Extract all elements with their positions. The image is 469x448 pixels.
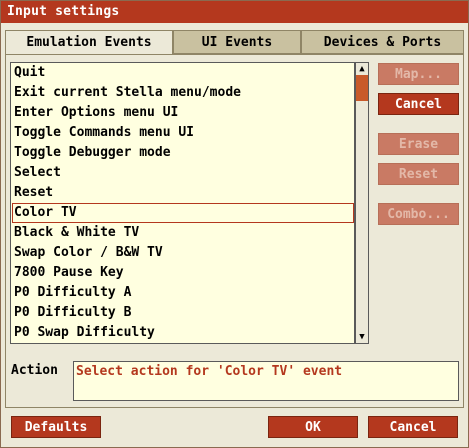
scroll-up-icon[interactable]: ▲: [357, 64, 367, 74]
list-item[interactable]: P0 Difficulty B: [12, 303, 354, 323]
action-text: Select action for 'Color TV' event: [73, 361, 459, 401]
tab-devices-ports[interactable]: Devices & Ports: [301, 30, 464, 54]
action-label: Action: [11, 363, 58, 378]
list-item-selected[interactable]: Color TV: [12, 203, 354, 223]
dialog-title: Input settings: [1, 1, 468, 23]
list-item[interactable]: P0 Swap Difficulty: [12, 323, 354, 343]
cancel-map-button[interactable]: Cancel: [378, 93, 459, 115]
list-item[interactable]: Swap Color / B&W TV: [12, 243, 354, 263]
event-list[interactable]: Quit Exit current Stella menu/mode Enter…: [10, 62, 355, 344]
list-item[interactable]: P0 Difficulty A: [12, 283, 354, 303]
defaults-button[interactable]: Defaults: [11, 416, 101, 438]
list-item[interactable]: Toggle Debugger mode: [12, 143, 354, 163]
reset-button[interactable]: Reset: [378, 163, 459, 185]
tab-ui-events[interactable]: UI Events: [173, 30, 301, 54]
tab-emulation-events[interactable]: Emulation Events: [5, 30, 173, 55]
erase-button[interactable]: Erase: [378, 133, 459, 155]
map-button[interactable]: Map...: [378, 63, 459, 85]
list-item[interactable]: 7800 Pause Key: [12, 263, 354, 283]
list-item[interactable]: Enter Options menu UI: [12, 103, 354, 123]
list-item[interactable]: Toggle Commands menu UI: [12, 123, 354, 143]
scroll-down-icon[interactable]: ▼: [357, 332, 367, 342]
list-item[interactable]: Black & White TV: [12, 223, 354, 243]
list-item[interactable]: Exit current Stella menu/mode: [12, 83, 354, 103]
list-item[interactable]: Quit: [12, 63, 354, 83]
event-list-scrollbar[interactable]: ▲ ▼: [355, 62, 369, 344]
combo-button[interactable]: Combo...: [378, 203, 459, 225]
ok-button[interactable]: OK: [268, 416, 358, 438]
input-settings-dialog: Input settings Emulation Events UI Event…: [0, 0, 469, 448]
list-item[interactable]: Reset: [12, 183, 354, 203]
cancel-button[interactable]: Cancel: [368, 416, 458, 438]
scrollbar-thumb[interactable]: [356, 75, 368, 101]
list-item[interactable]: Select: [12, 163, 354, 183]
